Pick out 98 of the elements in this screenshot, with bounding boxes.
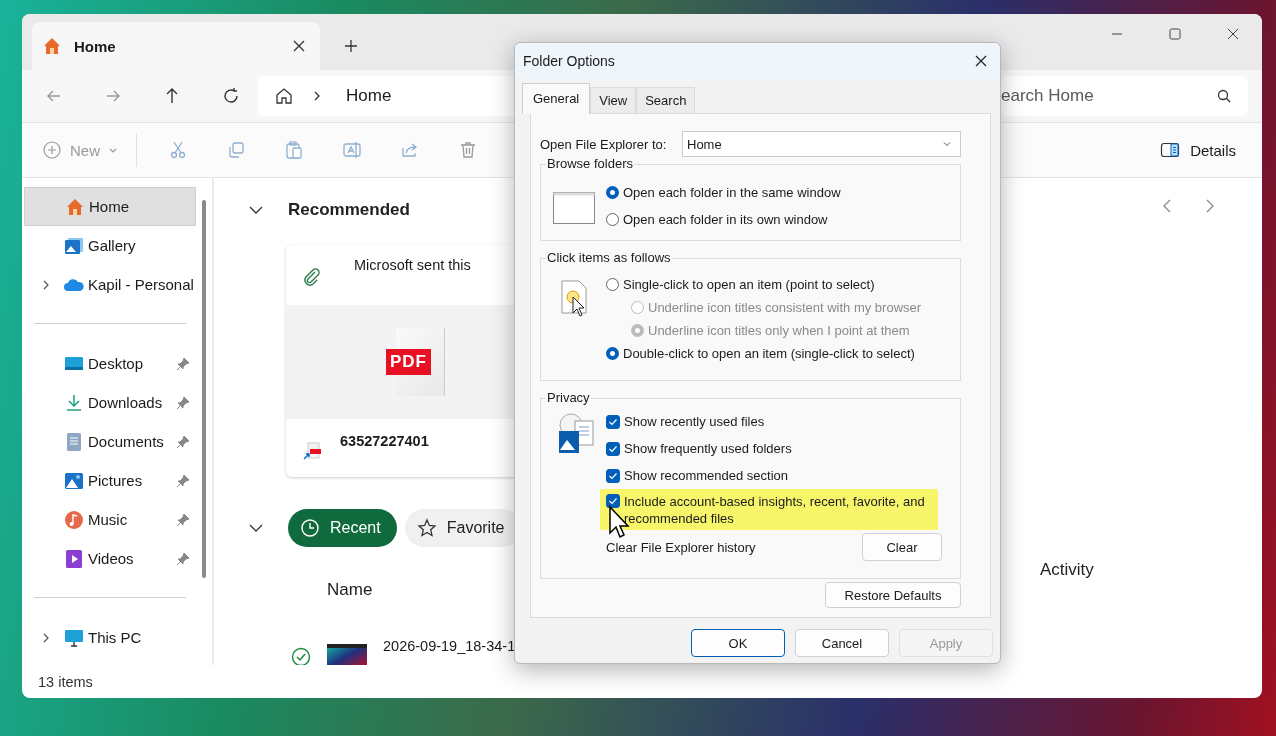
privacy-files-icon [556,413,595,453]
search-field[interactable]: earch Home [1001,76,1248,116]
option-label: Open each folder in its own window [623,212,828,227]
option-label: Underline icon titles only when I point at them [648,323,910,338]
option-label: Show frequently used folders [624,440,792,457]
group-title: Privacy [546,390,591,405]
card-source: Microsoft sent this [354,257,471,273]
sidebar-item[interactable]: Documents [24,422,196,461]
copy-icon[interactable] [226,140,246,160]
option-label: Underline icon titles consistent with my browser [648,300,922,315]
pin-icon[interactable] [176,512,190,527]
filter-pill[interactable]: Favorite [404,509,514,547]
paste-icon[interactable] [284,140,304,160]
close-icon[interactable] [974,54,988,68]
dialog-title: Folder Options [523,53,615,69]
chevron-right-icon[interactable] [41,632,51,643]
download-icon [64,392,84,413]
home-icon [274,86,294,106]
clear-button[interactable]: Clear [862,533,942,561]
field-label: Open File Explorer to: [540,136,667,152]
checkbox[interactable] [606,441,620,456]
radio-button[interactable] [606,213,619,226]
new-tab-icon[interactable] [344,39,358,53]
pin-icon[interactable] [176,395,190,410]
plus-circle-icon [42,140,62,160]
caret-icon [942,139,952,149]
sidebar-item[interactable]: This PC [24,618,196,657]
option-label: Include account-based insights, recent, favorite, and recommended files [624,492,926,527]
pin-icon[interactable] [176,551,190,566]
option-label: Double-click to open an item (single-click to select) [623,346,915,361]
sidebar-item[interactable]: Kapil - Personal [24,265,196,304]
option-label: Clear File Explorer history [606,539,756,555]
checkbox[interactable] [606,494,620,508]
video-icon [64,548,84,569]
clock-icon [300,518,320,538]
details-button[interactable]: Details [1160,140,1236,160]
filter-pill[interactable]: Recent [288,509,397,547]
sidebar-item[interactable]: Downloads [24,383,196,422]
search-placeholder: earch Home [1001,86,1094,106]
pin-icon[interactable] [176,356,190,371]
monitor-icon [64,627,84,648]
pin-icon[interactable] [176,473,190,488]
sidebar-item[interactable]: Music [24,500,196,539]
close-icon[interactable] [292,39,306,53]
sidebar-item[interactable]: Home [24,187,196,226]
dialog-tab[interactable]: General [522,83,591,114]
sidebar-item[interactable]: Videos [24,539,196,578]
pin-icon[interactable] [176,434,190,449]
radio-button[interactable] [606,186,619,199]
dialog-tab[interactable]: Search [636,87,696,113]
file-name[interactable]: 2026-09-19_18-34-1 [383,638,514,654]
chevron-right-icon[interactable] [41,279,51,290]
window-tab[interactable]: Home [32,22,320,70]
home-icon [42,36,62,56]
option-label: Single-click to open an item (point to select) [623,277,875,292]
file-name: 63527227401 [340,433,429,449]
column-header[interactable]: Name [327,580,373,600]
pdf-label: PDF [386,349,431,375]
item-count: 13 items [38,673,93,690]
house-icon [65,196,85,217]
checkbox[interactable] [606,414,620,429]
option-label: Show recently used files [624,413,765,430]
dialog-tab[interactable]: View [590,87,637,113]
radio-button[interactable] [606,278,619,291]
scrollbar-thumb[interactable] [202,200,206,578]
sidebar-item[interactable]: Desktop [24,344,196,383]
gallery-icon [64,235,84,256]
group-title: Browse folders [546,156,634,171]
paperclip-icon [302,267,322,287]
option-label: Open each folder in the same window [623,185,841,200]
window-icon [552,192,595,224]
sidebar-item[interactable]: Pictures [24,461,196,500]
sidebar-item[interactable]: Gallery [24,226,196,265]
cut-icon[interactable] [168,140,188,160]
option-label: Show recommended section [624,467,789,484]
star-icon [416,518,437,538]
dropdown[interactable]: Home [682,131,961,157]
section-title: Recommended [288,200,410,220]
click-pointer-icon [558,280,589,318]
file-card[interactable]: Microsoft sent this PDF 63527227401 [286,245,514,477]
radio-button[interactable] [606,347,619,360]
dialog-button[interactable]: Cancel [795,629,889,657]
restore-defaults-button[interactable]: Restore Defaults [825,582,961,608]
checkbox[interactable] [606,468,620,483]
details-pane-icon [1160,140,1181,160]
pdf-shortcut-icon [302,441,322,461]
picture-icon [64,470,84,491]
refresh-icon[interactable] [221,86,241,106]
search-icon [1216,88,1232,104]
tab-title: Home [74,37,117,55]
music-icon [64,509,84,530]
delete-icon[interactable] [458,140,478,160]
dialog-button[interactable]: OK [691,629,785,657]
column-header[interactable]: Activity [1040,560,1094,580]
group-title: Click items as follows [546,250,672,265]
breadcrumb[interactable]: Home [346,86,392,106]
rename-icon[interactable] [342,140,362,160]
document-icon [64,431,84,452]
